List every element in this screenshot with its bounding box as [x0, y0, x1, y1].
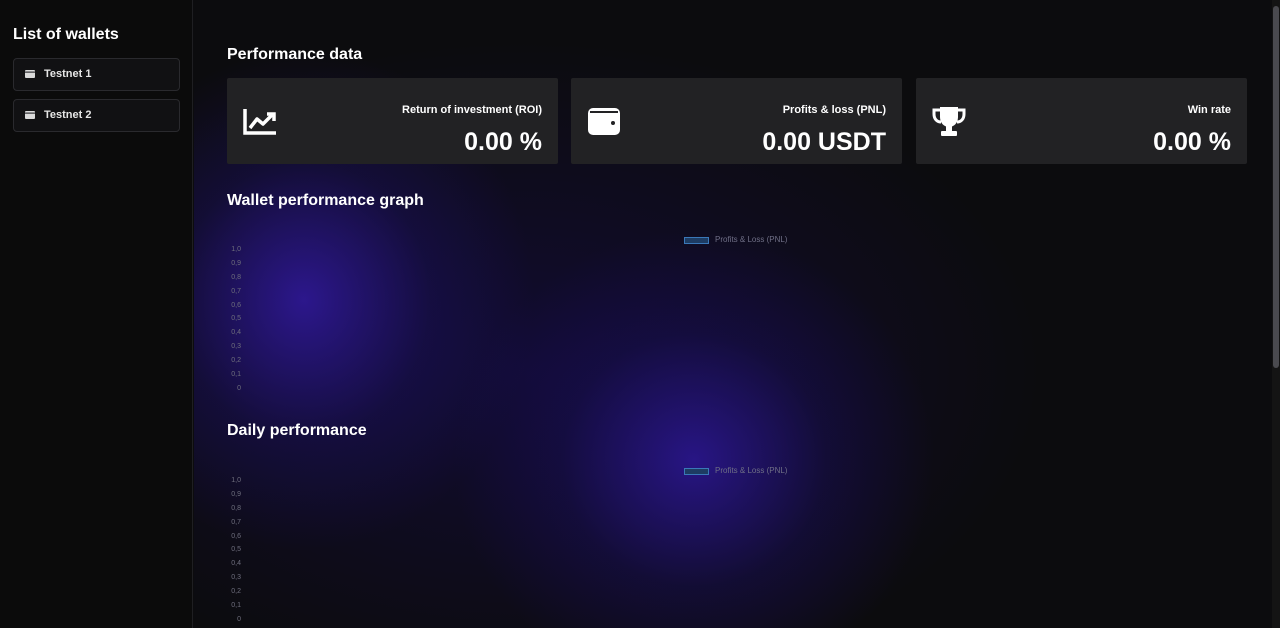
chart-line-icon	[243, 109, 276, 135]
y-tick: 0,8	[231, 274, 241, 281]
graph-title: Wallet performance graph	[227, 192, 424, 209]
main-content: Performance data Return of investment (R…	[194, 0, 1272, 628]
wallet-icon	[25, 111, 35, 119]
win-rate-value: 0.00 %	[1153, 128, 1231, 156]
sidebar-title: List of wallets	[13, 26, 119, 43]
y-tick: 0,8	[231, 505, 241, 512]
wallet-label: Testnet 1	[44, 68, 92, 80]
y-tick: 0,7	[231, 288, 241, 295]
win-rate-card: Win rate 0.00 %	[916, 78, 1247, 164]
wallet-item-testnet-1[interactable]: Testnet 1	[13, 58, 180, 91]
roi-label: Return of investment (ROI)	[402, 104, 542, 116]
y-tick: 0,2	[231, 357, 241, 364]
pnl-card: Profits & loss (PNL) 0.00 USDT	[571, 78, 902, 164]
wallet-label: Testnet 2	[44, 109, 92, 121]
scrollbar-thumb[interactable]	[1273, 6, 1279, 368]
y-tick: 0	[237, 616, 241, 623]
y-tick: 1,0	[231, 246, 241, 253]
wallet-icon	[25, 70, 35, 78]
y-tick: 0,1	[231, 602, 241, 609]
y-tick: 0,3	[231, 343, 241, 350]
y-tick: 0,6	[231, 302, 241, 309]
y-tick: 0,9	[231, 491, 241, 498]
legend-swatch	[684, 237, 709, 244]
y-tick: 0,3	[231, 574, 241, 581]
y-tick: 0,7	[231, 519, 241, 526]
y-tick: 0	[237, 385, 241, 392]
y-tick: 0,4	[231, 560, 241, 567]
roi-card: Return of investment (ROI) 0.00 %	[227, 78, 558, 164]
trophy-icon	[932, 107, 966, 136]
wallet-item-testnet-2[interactable]: Testnet 2	[13, 99, 180, 132]
y-tick: 0,6	[231, 533, 241, 540]
pnl-value: 0.00 USDT	[762, 128, 886, 156]
y-tick: 0,5	[231, 546, 241, 553]
daily-performance-chart: Profits & Loss (PNL) 1,0 0,9 0,8 0,7 0,6…	[227, 466, 927, 628]
y-tick: 0,2	[231, 588, 241, 595]
daily-title: Daily performance	[227, 422, 367, 439]
y-tick: 0,5	[231, 315, 241, 322]
app-root: List of wallets Testnet 1 Testnet 2 Perf…	[0, 0, 1280, 628]
wallet-performance-chart: Profits & Loss (PNL) 1,0 0,9 0,8 0,7 0,6…	[227, 235, 927, 415]
roi-value: 0.00 %	[464, 128, 542, 156]
y-tick: 0,4	[231, 329, 241, 336]
wallet-icon	[588, 108, 620, 135]
legend-label: Profits & Loss (PNL)	[715, 466, 788, 475]
win-rate-label: Win rate	[1187, 104, 1231, 116]
vertical-scrollbar[interactable]	[1272, 0, 1280, 628]
sidebar: List of wallets Testnet 1 Testnet 2	[0, 0, 193, 628]
legend-swatch	[684, 468, 709, 475]
pnl-label: Profits & loss (PNL)	[782, 104, 886, 116]
y-tick: 1,0	[231, 477, 241, 484]
y-tick: 0,1	[231, 371, 241, 378]
legend-label: Profits & Loss (PNL)	[715, 235, 788, 244]
y-tick: 0,9	[231, 260, 241, 267]
performance-title: Performance data	[227, 46, 363, 63]
